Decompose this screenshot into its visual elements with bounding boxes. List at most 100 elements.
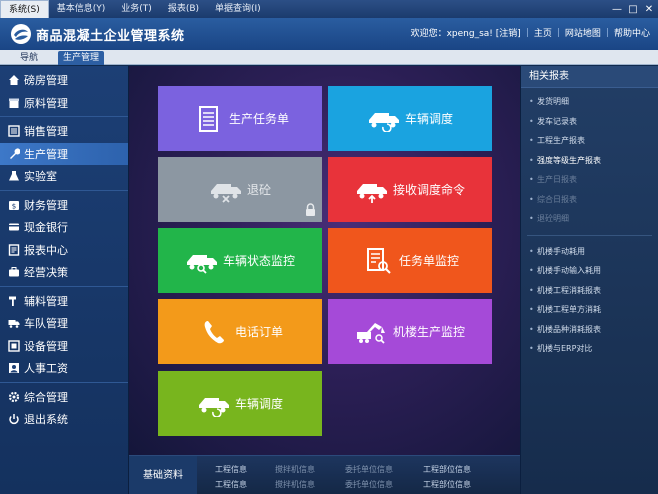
sidebar-item-weighing[interactable]: 磅房管理: [0, 69, 128, 92]
sitemap-link[interactable]: 网站地图: [565, 26, 601, 39]
sidebar-item-label: 辅料管理: [24, 294, 68, 308]
tile-concrete-return[interactable]: 退砼: [158, 157, 322, 222]
svg-text:$: $: [12, 202, 16, 210]
basic-data-link[interactable]: 工程信息: [215, 464, 247, 475]
sidebar-item-report-center[interactable]: 报表中心: [0, 239, 128, 262]
power-icon: [9, 414, 19, 425]
document-icon: [198, 105, 218, 132]
report-link[interactable]: 生产日报表: [521, 170, 658, 190]
menu-business[interactable]: 业务(T): [113, 0, 160, 18]
maximize-button[interactable]: □: [626, 0, 640, 18]
report-link[interactable]: 发车记录表: [521, 112, 658, 132]
help-center-link[interactable]: 帮助中心: [614, 26, 650, 39]
tile-label: 任务单监控: [398, 254, 459, 268]
tile-label: 退砼: [246, 183, 271, 197]
sidebar-item-label: 原料管理: [24, 96, 68, 110]
basic-data-link[interactable]: 工程部位信息: [423, 464, 471, 475]
briefcase-icon: [9, 267, 19, 277]
report-link[interactable]: 发货明细: [521, 92, 658, 112]
sidebar-item-finance[interactable]: $ 财务管理: [0, 194, 128, 217]
report-link[interactable]: 机楼手动耗用: [521, 242, 658, 262]
report-link[interactable]: 综合日报表: [521, 190, 658, 210]
sidebar-item-laboratory[interactable]: 实验室: [0, 165, 128, 188]
sidebar-item-label: 车队管理: [24, 317, 68, 331]
report-link[interactable]: 强度等级生产报表: [521, 151, 658, 171]
equipment-icon: [8, 340, 20, 352]
report-link[interactable]: 工程生产报表: [521, 131, 658, 151]
tile-label: 生产任务单: [228, 112, 289, 126]
sidebar-item-production[interactable]: 生产管理: [0, 142, 128, 165]
basic-data-link[interactable]: 搅拌机信息: [275, 479, 315, 490]
welcome-text[interactable]: 欢迎您：xpeng_sa! [注销]: [411, 26, 521, 39]
report-link[interactable]: 机楼品种消耗报表: [521, 320, 658, 340]
basic-data-link[interactable]: 工程信息: [215, 479, 247, 490]
menu-reports[interactable]: 报表(B): [160, 0, 207, 18]
sidebar-item-label: 综合管理: [24, 390, 68, 404]
tab-production-management[interactable]: 生产管理: [58, 51, 104, 65]
sidebar-item-equipment[interactable]: 设备管理: [0, 335, 128, 358]
box-icon: [9, 98, 19, 108]
basic-data-link[interactable]: 委托单位信息: [345, 479, 393, 490]
tile-receive-dispatch-command[interactable]: 接收调度命令: [328, 157, 492, 222]
sidebar-item-label: 设备管理: [24, 339, 68, 353]
report-link[interactable]: 机楼工程消耗报表: [521, 281, 658, 301]
sidebar-item-cash-bank[interactable]: 现金银行: [0, 216, 128, 239]
separator: |: [605, 27, 609, 38]
report-link[interactable]: 机楼手动输入耗用: [521, 261, 658, 281]
related-reports-panel: 相关报表 发货明细 发车记录表 工程生产报表 强度等级生产报表 生产日报表 综合…: [520, 66, 658, 494]
sidebar-group: 综合管理 退出系统: [0, 383, 128, 433]
sidebar-item-hr-payroll[interactable]: 人事工资: [0, 357, 128, 380]
gear-icon: [8, 391, 20, 402]
sidebar-item-exit[interactable]: 退出系统: [0, 408, 128, 431]
close-button[interactable]: ✕: [642, 0, 656, 18]
report-link[interactable]: 机楼工程单方消耗: [521, 300, 658, 320]
menu-system[interactable]: 系统(S): [0, 0, 49, 18]
sidebar-item-raw-materials[interactable]: 原料管理: [0, 92, 128, 115]
sidebar-item-label: 经营决策: [24, 266, 68, 280]
menu-basic-info[interactable]: 基本信息(Y): [49, 0, 114, 18]
tile-label: 车辆调度: [404, 112, 453, 126]
report-link[interactable]: 退砼明细: [521, 209, 658, 229]
separator: |: [525, 27, 529, 38]
sidebar-item-label: 现金银行: [24, 221, 68, 235]
mixer-truck-search-icon: [186, 254, 217, 274]
tile-phone-order[interactable]: 电话订单: [158, 299, 322, 364]
menu-document-query[interactable]: 单据查询(I): [207, 0, 269, 18]
separator: |: [556, 27, 560, 38]
wrench-icon: [10, 148, 20, 159]
sidebar-item-auxiliary[interactable]: 辅料管理: [0, 290, 128, 313]
sidebar-item-sales[interactable]: 销售管理: [0, 120, 128, 143]
sidebar-group: 磅房管理 原料管理: [0, 66, 128, 117]
sidebar-item-label: 人事工资: [24, 362, 68, 376]
sidebar-item-fleet[interactable]: 车队管理: [0, 312, 128, 335]
sidebar-item-label: 报表中心: [24, 243, 68, 257]
card-icon: [9, 223, 19, 231]
tile-plant-production-monitor[interactable]: 机楼生产监控: [328, 299, 492, 364]
tile-production-task-order[interactable]: 生产任务单: [158, 86, 322, 151]
report-link[interactable]: 机楼与ERP对比: [521, 339, 658, 359]
excavator-search-icon: [356, 322, 385, 344]
home-icon: [9, 75, 19, 86]
tab-navigation[interactable]: 导航: [0, 51, 58, 65]
basic-data-link[interactable]: 委托单位信息: [345, 464, 393, 475]
sidebar-item-general[interactable]: 综合管理: [0, 386, 128, 409]
report-icon: [8, 244, 20, 256]
minimize-button[interactable]: —: [610, 0, 624, 18]
sidebar-item-label: 生产管理: [24, 147, 68, 161]
basic-data-title: 基础资料: [129, 456, 197, 494]
tile-vehicle-dispatch-2[interactable]: 车辆调度: [158, 371, 322, 436]
tile-task-order-monitor[interactable]: 任务单监控: [328, 228, 492, 293]
flask-icon: [9, 171, 19, 181]
home-link[interactable]: 主页: [534, 26, 552, 39]
sidebar-item-label: 退出系统: [24, 413, 68, 427]
main-dashboard: 生产任务单 车辆调度 退砼 接收调度命令 车辆状态监控 任务单监控 电话订单 机…: [129, 66, 520, 455]
tile-vehicle-status-monitor[interactable]: 车辆状态监控: [158, 228, 322, 293]
mixer-truck-refresh-icon: [198, 397, 229, 417]
basic-data-link[interactable]: 搅拌机信息: [275, 464, 315, 475]
sidebar-item-business-decision[interactable]: 经营决策: [0, 261, 128, 284]
tile-label: 电话订单: [234, 325, 283, 339]
app-header: 商品混凝土企业管理系统 欢迎您：xpeng_sa! [注销] | 主页 | 网站…: [0, 18, 658, 50]
basic-data-link[interactable]: 工程部位信息: [423, 479, 471, 490]
tile-vehicle-dispatch[interactable]: 车辆调度: [328, 86, 492, 151]
mixer-truck-refresh-icon: [368, 112, 399, 132]
